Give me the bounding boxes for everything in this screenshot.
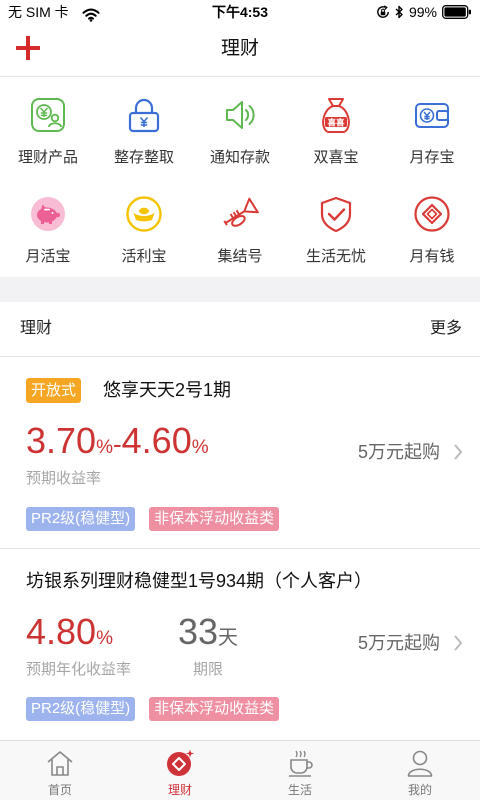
open-type-badge: 开放式 <box>26 378 82 403</box>
product-type-tag: 非保本浮动收益类 <box>149 507 280 531</box>
product-card[interactable]: 开放式 悠享天天2号1期 3.70%-4.60% 预期收益率 5万元起购 PR2… <box>0 357 480 549</box>
shortcut-label: 整存整取 <box>113 149 174 166</box>
shortcut-label: 生活无忧 <box>305 248 366 265</box>
wealth-section-header: 理财 更多 <box>0 302 480 357</box>
rate-label: 预期年化收益率 <box>26 661 132 678</box>
rate-label: 预期收益率 <box>26 470 102 487</box>
diamond-coin-icon <box>412 194 452 234</box>
product-type-tag: 非保本浮动收益类 <box>149 697 280 721</box>
term-block: 33天 期限 <box>170 610 246 680</box>
page-title: 理财 <box>220 38 259 59</box>
wealth-product-icon <box>28 95 68 135</box>
shortcut-monthly-money[interactable]: 月有钱 <box>384 176 480 277</box>
shortcut-label: 理财产品 <box>17 149 78 166</box>
rotation-lock-icon <box>376 5 390 19</box>
tab-wealth[interactable]: 理财 <box>120 741 240 800</box>
product-tags: PR2级(稳健型) 非保本浮动收益类 <box>26 697 280 721</box>
shortcut-label: 活利宝 <box>121 248 167 265</box>
wallet-icon <box>412 95 452 135</box>
rate-number: 4.80 <box>26 611 97 652</box>
shortcut-label: 集结号 <box>217 248 263 265</box>
tab-label: 生活 <box>287 783 312 797</box>
product-card[interactable]: 坊银系列理财稳健型1号934期（个人客户） 4.80% 预期年化收益率 33天 … <box>0 549 480 740</box>
trumpet-icon <box>220 194 260 234</box>
home-icon <box>45 748 75 778</box>
min-purchase: 5万元起购 <box>357 442 440 462</box>
rate-value: 4.80% <box>26 610 113 654</box>
battery-icon <box>442 5 472 19</box>
shortcut-label: 月活宝 <box>25 248 71 265</box>
shortcut-wealth-products[interactable]: 理财产品 <box>0 77 96 176</box>
piggy-bank-icon <box>28 194 68 234</box>
shortcut-label: 通知存款 <box>209 149 270 166</box>
risk-level-tag: PR2级(稳健型) <box>26 697 136 721</box>
tab-label: 我的 <box>407 783 432 797</box>
shortcut-grid: 理财产品 整存整取 通知存款 喜喜 双喜宝 月存宝 月活宝 活利宝 集结号 生活… <box>0 77 480 277</box>
nav-bar: 理财 <box>0 24 480 77</box>
term-value: 33 <box>177 611 219 652</box>
rate-unit: % <box>191 437 209 458</box>
product-name: 悠享天天2号1期 <box>103 380 232 400</box>
product-name: 坊银系列理财稳健型1号934期（个人客户） <box>26 571 373 591</box>
risk-level-tag: PR2级(稳健型) <box>26 507 136 531</box>
tab-life[interactable]: 生活 <box>240 741 360 800</box>
rate-unit: % <box>96 628 113 649</box>
rate-unit: % <box>96 437 113 458</box>
rate-separator: - <box>112 429 122 459</box>
battery-percent: 99% <box>408 4 437 20</box>
user-icon <box>405 748 435 778</box>
shortcut-label: 双喜宝 <box>313 149 359 166</box>
shortcut-assembly-horn[interactable]: 集结号 <box>192 176 288 277</box>
term-unit: 天 <box>218 627 239 649</box>
shortcut-lump-sum-deposit[interactable]: 整存整取 <box>96 77 192 176</box>
more-link[interactable]: 更多 <box>430 302 462 355</box>
shortcut-label: 月存宝 <box>409 149 455 166</box>
wealth-icon <box>165 748 195 778</box>
rate-low-value: 3.70 <box>26 420 97 461</box>
plus-icon[interactable] <box>14 34 42 62</box>
chevron-right-icon <box>452 633 464 653</box>
shortcut-label: 月有钱 <box>409 248 455 265</box>
shield-check-icon <box>316 194 356 234</box>
section-title: 理财 <box>20 320 53 337</box>
bluetooth-icon <box>395 5 404 19</box>
bag-lettering: 喜喜 <box>327 117 345 128</box>
product-tags: PR2级(稳健型) 非保本浮动收益类 <box>26 507 280 531</box>
speaker-icon <box>220 95 260 135</box>
status-right-group: 99% <box>376 0 472 24</box>
tab-label: 理财 <box>167 783 192 797</box>
shortcut-flexible-interest[interactable]: 活利宝 <box>96 176 192 277</box>
lock-icon <box>124 95 164 135</box>
shortcut-double-happiness[interactable]: 喜喜 双喜宝 <box>288 77 384 176</box>
min-purchase: 5万元起购 <box>357 633 440 653</box>
status-bar: 无 SIM 卡 下午4:53 99% <box>0 0 480 24</box>
tab-bar: 首页 理财 生活 我的 <box>0 740 480 800</box>
money-bag-icon: 喜喜 <box>316 95 356 135</box>
shortcut-monthly-flexible[interactable]: 月活宝 <box>0 176 96 277</box>
term-label: 期限 <box>192 661 223 678</box>
coffee-cup-icon <box>285 748 315 778</box>
rate-range: 3.70%-4.60% <box>26 419 209 463</box>
shortcut-notice-deposit[interactable]: 通知存款 <box>192 77 288 176</box>
tab-home[interactable]: 首页 <box>0 741 120 800</box>
tab-label: 首页 <box>47 783 72 797</box>
tab-mine[interactable]: 我的 <box>360 741 480 800</box>
rate-high-value: 4.60 <box>121 420 192 461</box>
shortcut-life-worry-free[interactable]: 生活无忧 <box>288 176 384 277</box>
chevron-right-icon <box>452 442 464 462</box>
shortcut-monthly-deposit[interactable]: 月存宝 <box>384 77 480 176</box>
gold-ingot-icon <box>124 194 164 234</box>
section-spacer <box>0 277 480 302</box>
term-value-row: 33天 <box>170 610 246 654</box>
